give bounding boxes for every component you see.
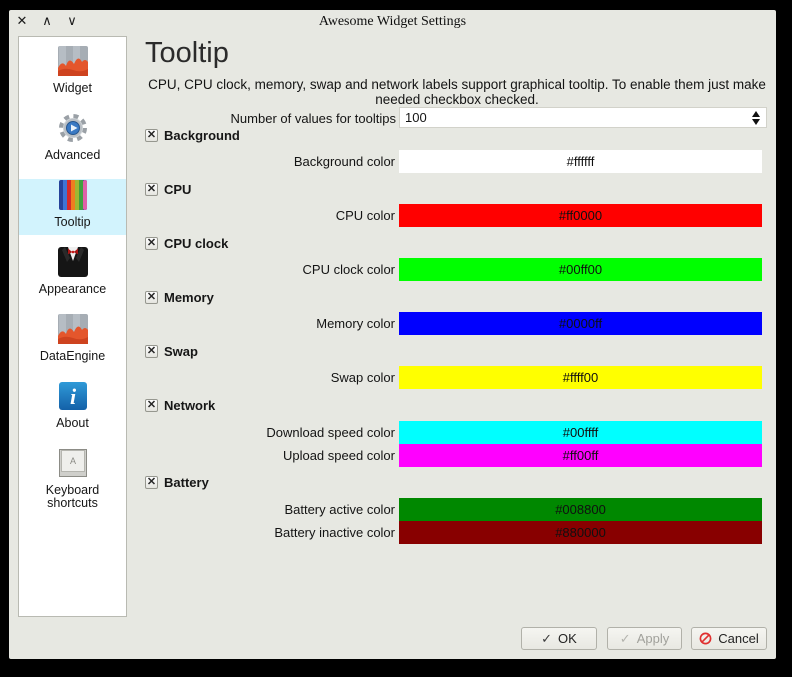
sidebar-item-label: Appearance — [19, 283, 126, 296]
info-icon: i — [57, 380, 89, 412]
cpu-color-button[interactable]: #ff0000 — [399, 204, 762, 227]
checkbox-background[interactable]: ✕ — [145, 129, 158, 142]
sidebar-item-label: Keyboard shortcuts — [19, 484, 126, 510]
color-field-label: CPU color — [145, 204, 395, 227]
color-field-label: Swap color — [145, 366, 395, 389]
section-background: ✕ Background — [145, 128, 240, 142]
color-field-label: Upload speed color — [145, 444, 395, 467]
background-color-button[interactable]: #ffffff — [399, 150, 762, 173]
section-label: Memory — [164, 290, 214, 305]
section-label: Battery — [164, 475, 209, 490]
keyboard-key-icon: A — [57, 447, 89, 479]
check-icon: ✓ — [620, 631, 631, 647]
dataengine-chart-icon — [57, 313, 89, 345]
cpu-clock-color-button[interactable]: #00ff00 — [399, 258, 762, 281]
gear-icon — [57, 112, 89, 144]
color-stripes-icon — [57, 179, 89, 211]
memory-color-button[interactable]: #0000ff — [399, 312, 762, 335]
sidebar-item-dataengine[interactable]: DataEngine — [19, 313, 126, 369]
check-icon: ✓ — [541, 631, 552, 647]
tooltip-values-input[interactable] — [400, 108, 753, 127]
sidebar-item-about[interactable]: i About — [19, 380, 126, 436]
sidebar: Widget Advanced Tooltip — [18, 36, 127, 617]
spin-up-icon[interactable] — [752, 111, 760, 117]
apply-button[interactable]: ✓ Apply — [607, 627, 682, 650]
section-swap: ✕ Swap — [145, 344, 198, 358]
sidebar-item-advanced[interactable]: Advanced — [19, 112, 126, 168]
section-label: Background — [164, 128, 240, 143]
checkbox-cpu[interactable]: ✕ — [145, 183, 158, 196]
section-network: ✕ Network — [145, 398, 215, 412]
section-cpu: ✕ CPU — [145, 182, 191, 196]
sidebar-item-label: About — [19, 417, 126, 430]
upload-speed-color-button[interactable]: #ff00ff — [399, 444, 762, 467]
tuxedo-icon — [57, 246, 89, 278]
checkbox-cpu-clock[interactable]: ✕ — [145, 237, 158, 250]
tooltip-values-spinbox[interactable] — [399, 107, 767, 128]
color-field-label: Battery inactive color — [145, 521, 395, 544]
color-field-label: Download speed color — [145, 421, 395, 444]
battery-active-color-button[interactable]: #008800 — [399, 498, 762, 521]
section-label: Swap — [164, 344, 198, 359]
battery-inactive-color-button[interactable]: #880000 — [399, 521, 762, 544]
sidebar-item-label: DataEngine — [19, 350, 126, 363]
checkbox-memory[interactable]: ✕ — [145, 291, 158, 304]
section-label: CPU — [164, 182, 191, 197]
checkbox-battery[interactable]: ✕ — [145, 476, 158, 489]
apply-button-label: Apply — [637, 631, 670, 646]
section-battery: ✕ Battery — [145, 475, 209, 489]
widget-chart-icon — [57, 45, 89, 77]
download-speed-color-button[interactable]: #00ffff — [399, 421, 762, 444]
spin-down-icon[interactable] — [752, 119, 760, 125]
color-field-label: Memory color — [145, 312, 395, 335]
sidebar-item-tooltip[interactable]: Tooltip — [19, 179, 126, 235]
section-cpu-clock: ✕ CPU clock — [145, 236, 228, 250]
page-description: CPU, CPU clock, memory, swap and network… — [145, 77, 769, 107]
page-title: Tooltip — [145, 36, 229, 70]
settings-window: ✕ ∧ ∨ Awesome Widget Settings Widget — [9, 10, 776, 659]
titlebar: ✕ ∧ ∨ Awesome Widget Settings — [9, 10, 776, 34]
spinner-arrows — [752, 110, 761, 126]
color-field-label: Background color — [145, 150, 395, 173]
cancel-button[interactable]: Cancel — [691, 627, 767, 650]
section-label: Network — [164, 398, 215, 413]
ok-button-label: OK — [558, 631, 577, 646]
checkbox-swap[interactable]: ✕ — [145, 345, 158, 358]
window-title: Awesome Widget Settings — [9, 14, 776, 30]
sidebar-item-label: Advanced — [19, 149, 126, 162]
section-label: CPU clock — [164, 236, 228, 251]
color-field-label: Battery active color — [145, 498, 395, 521]
swap-color-button[interactable]: #ffff00 — [399, 366, 762, 389]
sidebar-item-widget[interactable]: Widget — [19, 45, 126, 101]
checkbox-network[interactable]: ✕ — [145, 399, 158, 412]
ok-button[interactable]: ✓ OK — [521, 627, 597, 650]
tooltip-values-label: Number of values for tooltips — [145, 111, 396, 126]
cancel-icon — [699, 632, 712, 645]
sidebar-item-keyboard-shortcuts[interactable]: A Keyboard shortcuts — [19, 447, 126, 510]
sidebar-item-label: Widget — [19, 82, 126, 95]
svg-text:A: A — [69, 456, 75, 466]
sidebar-item-label: Tooltip — [19, 216, 126, 229]
cancel-button-label: Cancel — [718, 631, 758, 646]
color-field-label: CPU clock color — [145, 258, 395, 281]
sidebar-item-appearance[interactable]: Appearance — [19, 246, 126, 302]
section-memory: ✕ Memory — [145, 290, 214, 304]
svg-text:i: i — [69, 384, 76, 409]
